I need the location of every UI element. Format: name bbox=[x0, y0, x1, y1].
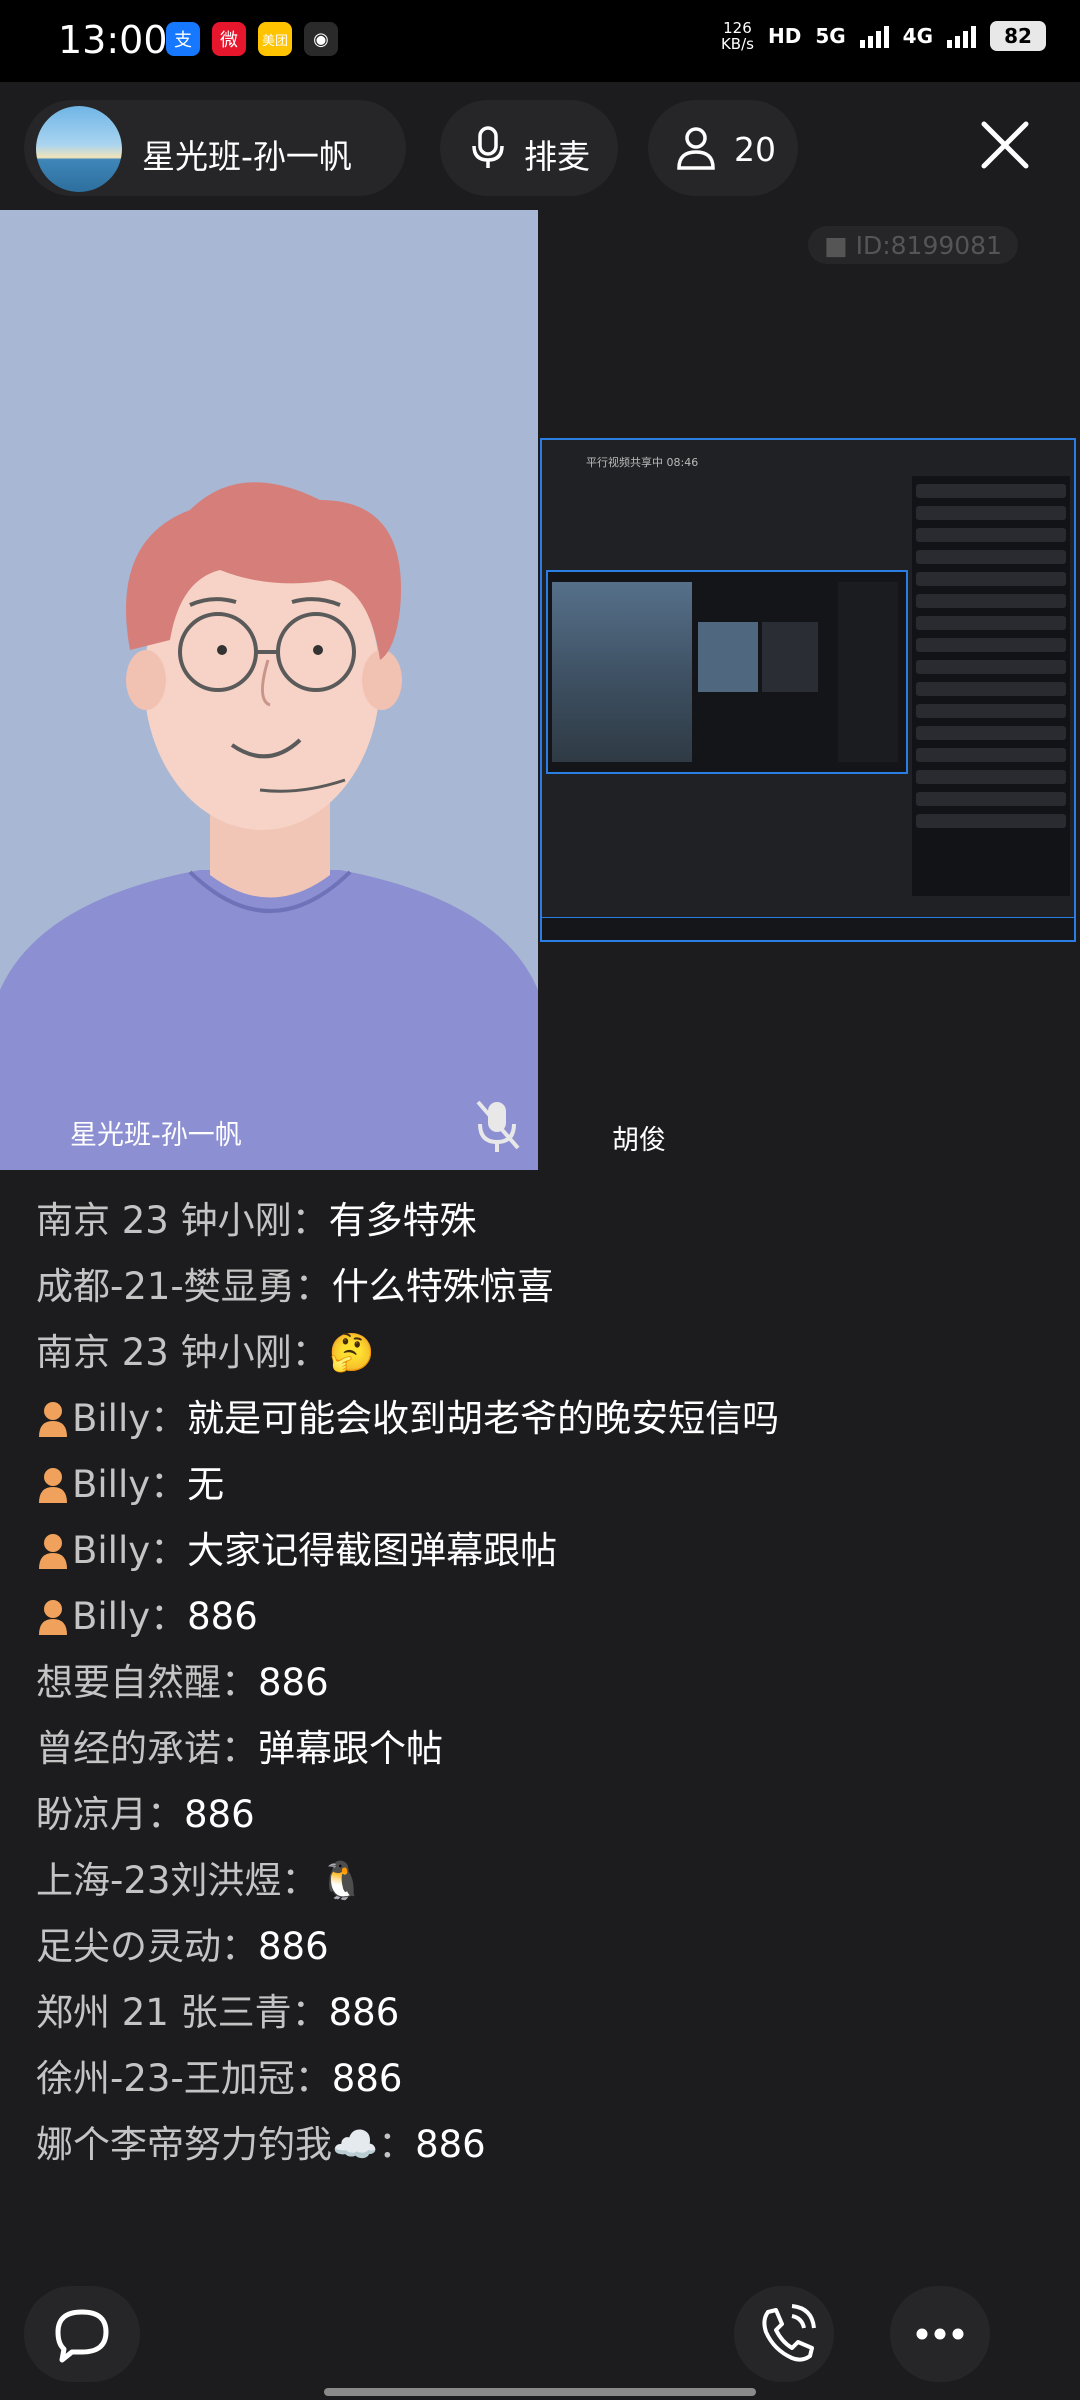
host-video-name: 星光班-孙一帆 bbox=[70, 1120, 242, 1151]
hd-indicator: HD bbox=[767, 24, 802, 48]
comment-text: 无 bbox=[187, 1463, 225, 1506]
comment-text: 就是可能会收到胡老爷的晚安短信吗 bbox=[187, 1397, 780, 1440]
screen-share-preview[interactable]: 平行视频共享中 08:46 bbox=[540, 438, 1076, 942]
comment-item: 想要自然醒：886 bbox=[36, 1658, 1046, 1708]
comment-text: 有多特殊 bbox=[328, 1199, 477, 1242]
comment-user: 曾经的承诺： bbox=[36, 1727, 258, 1770]
comment-item: Billy：就是可能会收到胡老爷的晚安短信吗 bbox=[36, 1394, 1046, 1444]
comment-text: 弹幕跟个帖 bbox=[258, 1727, 443, 1770]
home-indicator[interactable] bbox=[324, 2388, 756, 2396]
comment-text: 886 bbox=[258, 1661, 329, 1704]
wifi-status-icon: ◉ bbox=[304, 22, 338, 56]
clock: 13:00 bbox=[58, 18, 168, 62]
network-5g: 5G bbox=[815, 24, 846, 48]
share-title: 平行视频共享中 08:46 bbox=[586, 456, 699, 469]
comment-user: 想要自然醒： bbox=[36, 1661, 258, 1704]
microphone-icon bbox=[472, 126, 504, 168]
comment-item: Billy：大家记得截图弹幕跟帖 bbox=[36, 1526, 1046, 1576]
comment-text: 886 bbox=[258, 1925, 329, 1968]
comment-user: 徐州-23-王加冠： bbox=[36, 2057, 332, 2100]
comment-item: 南京 23 钟小刚：🤔 bbox=[36, 1328, 1046, 1378]
comment-item: Billy：无 bbox=[36, 1460, 1046, 1510]
comment-text: 886 bbox=[331, 2057, 403, 2100]
signal-icon-2 bbox=[947, 24, 976, 48]
comment-item: 南京 23 钟小刚：有多特殊 bbox=[36, 1196, 1046, 1246]
battery-icon: 82 bbox=[990, 21, 1046, 51]
audience-count: 20 bbox=[734, 130, 776, 169]
speed-unit: KB/s bbox=[720, 35, 754, 53]
comment-text: 886 bbox=[184, 1793, 255, 1836]
host-video-tile[interactable]: 星光班-孙一帆 bbox=[0, 210, 538, 1170]
comment-text: 🐧 bbox=[318, 1859, 365, 1902]
comment-item: Billy：886 bbox=[36, 1592, 1046, 1642]
room-id: ID:8199081 bbox=[855, 230, 1002, 260]
network-4g: 4G bbox=[902, 24, 933, 48]
call-button[interactable] bbox=[734, 2286, 834, 2382]
comment-item: 盼凉月：886 bbox=[36, 1790, 1046, 1840]
comment-text: 886 bbox=[328, 1991, 400, 2034]
comment-list: 南京 23 钟小刚：有多特殊 成都-21-樊显勇：什么特殊惊喜 南京 23 钟小刚：… bbox=[36, 1196, 1046, 2186]
comment-user: 南京 23 钟小刚： bbox=[36, 1199, 329, 1242]
status-right: 126 KB/s HD 5G 4G 82 bbox=[721, 20, 1046, 52]
chat-bubble-icon bbox=[55, 2309, 109, 2363]
comment-text: 大家记得截图弹幕跟帖 bbox=[187, 1529, 558, 1572]
comment-text: 什么特殊惊喜 bbox=[331, 1265, 554, 1308]
signal-icon bbox=[859, 24, 889, 48]
battery-level: 82 bbox=[1004, 24, 1032, 48]
comment-user: 盼凉月： bbox=[36, 1793, 184, 1836]
phone-icon bbox=[762, 2304, 816, 2362]
comment-text: 886 bbox=[415, 2123, 486, 2166]
comment-user: Billy： bbox=[72, 1529, 188, 1572]
comment-user: 郑州 21 张三青： bbox=[36, 1991, 329, 2034]
comment-user: 上海-23刘洪煜： bbox=[36, 1859, 319, 1902]
speed-value: 126 bbox=[723, 19, 752, 37]
comment-item: 足尖の灵动：886 bbox=[36, 1922, 1046, 1972]
status-bar: 13:00 支微美团 ◉ 126 KB/s HD 5G 4G 82 bbox=[0, 0, 1080, 82]
room-id-badge: ■ ID:8199081 bbox=[808, 226, 1018, 264]
comment-user: 南京 23 钟小刚： bbox=[36, 1331, 329, 1374]
comment-user: 足尖の灵动： bbox=[36, 1925, 258, 1968]
share-taskbar bbox=[542, 917, 1074, 940]
comment-item: 徐州-23-王加冠：886 bbox=[36, 2054, 1046, 2104]
more-options-button[interactable] bbox=[890, 2286, 990, 2382]
audience-count-button[interactable]: 20 bbox=[648, 100, 798, 196]
comment-item: 成都-21-樊显勇：什么特殊惊喜 bbox=[36, 1262, 1046, 1312]
user-avatar-icon bbox=[39, 1402, 67, 1437]
close-icon[interactable] bbox=[978, 118, 1032, 172]
weibo-icon: 微 bbox=[212, 22, 246, 56]
comment-text: 🤔 bbox=[328, 1331, 375, 1374]
meituan-icon: 美团 bbox=[258, 22, 292, 56]
video-camera-icon: ■ bbox=[823, 230, 848, 260]
comment-user: Billy： bbox=[72, 1595, 188, 1638]
guest-video-name: 胡俊 bbox=[612, 1125, 666, 1156]
comment-user: Billy： bbox=[72, 1463, 188, 1506]
comment-user: Billy： bbox=[72, 1397, 188, 1440]
comment-item: 娜个李帝努力钓我☁️：886 bbox=[36, 2120, 1046, 2170]
user-avatar-icon bbox=[39, 1468, 67, 1503]
user-avatar-icon bbox=[39, 1600, 67, 1635]
comment-item: 郑州 21 张三青：886 bbox=[36, 1988, 1046, 2038]
comment-text: 886 bbox=[187, 1595, 258, 1638]
nested-share-window bbox=[546, 570, 908, 774]
notification-icons: 支微美团 ◉ bbox=[166, 22, 338, 56]
comment-user: 成都-21-樊显勇： bbox=[36, 1265, 332, 1308]
host-profile[interactable]: 星光班-孙一帆 bbox=[24, 100, 406, 196]
comment-item: 上海-23刘洪煜：🐧 bbox=[36, 1856, 1046, 1906]
avatar[interactable] bbox=[36, 106, 122, 192]
user-avatar-icon bbox=[39, 1534, 67, 1569]
host-name: 星光班-孙一帆 bbox=[142, 137, 352, 176]
user-icon bbox=[677, 127, 715, 170]
mic-muted-icon bbox=[476, 1100, 520, 1152]
chat-button[interactable] bbox=[24, 2286, 140, 2382]
more-dots-icon bbox=[916, 2328, 964, 2340]
network-speed: 126 KB/s bbox=[721, 20, 754, 52]
share-chat-panel bbox=[912, 476, 1070, 896]
mic-queue-button[interactable]: 排麦 bbox=[440, 100, 618, 196]
comment-item: 曾经的承诺：弹幕跟个帖 bbox=[36, 1724, 1046, 1774]
avatar-illustration bbox=[0, 482, 538, 1170]
alipay-icon: 支 bbox=[166, 22, 200, 56]
mic-queue-label: 排麦 bbox=[524, 137, 590, 176]
comment-user: 娜个李帝努力钓我☁️： bbox=[36, 2123, 416, 2166]
